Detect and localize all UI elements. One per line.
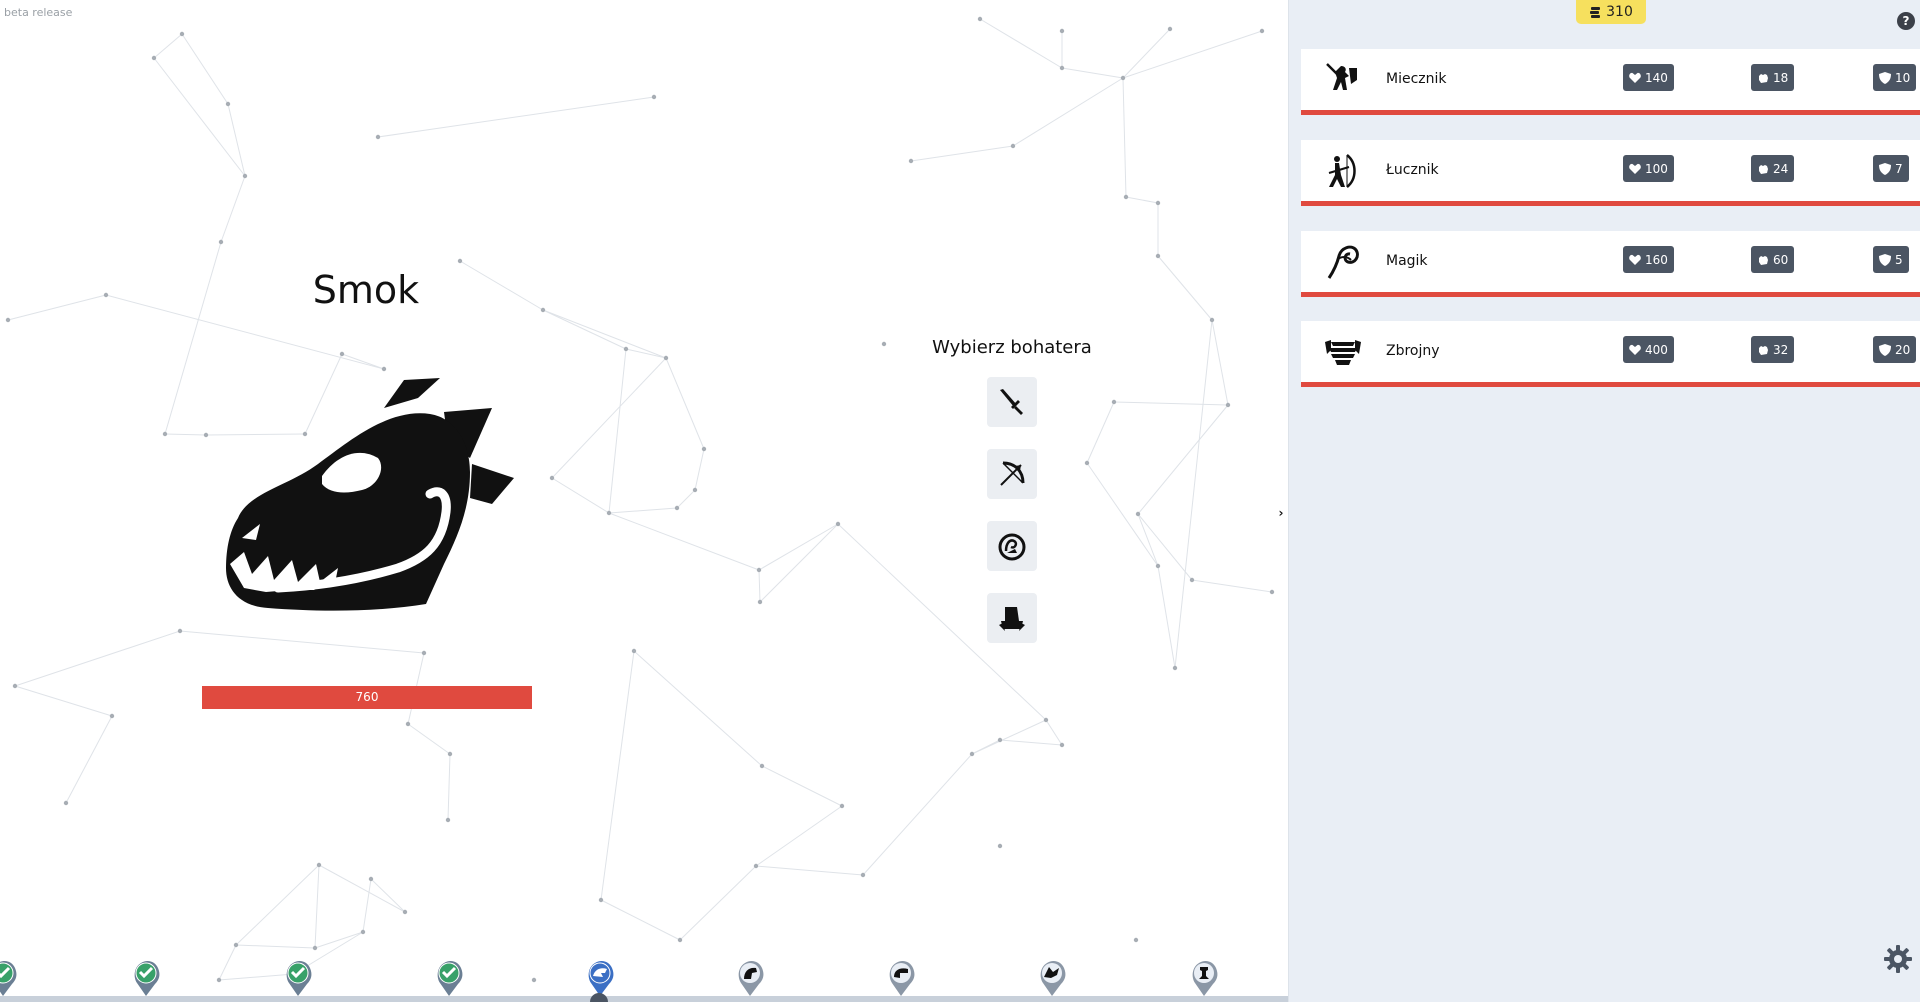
hero-defense-badge: 7 [1873, 155, 1909, 182]
settings-gear-icon[interactable] [1883, 944, 1913, 974]
magic-swirl-icon [998, 533, 1026, 561]
hero-defense-value: 10 [1895, 70, 1911, 85]
select-mage-button[interactable] [987, 521, 1037, 571]
hero-hp-value: 160 [1645, 252, 1668, 267]
hero-name: Magik [1386, 253, 1428, 269]
hero-defense-value: 7 [1895, 161, 1903, 176]
heart-icon [1629, 163, 1641, 174]
level-track [0, 992, 1288, 1002]
archer-icon [1328, 154, 1356, 188]
hero-name: Zbrojny [1386, 343, 1440, 359]
bow-icon [1000, 461, 1025, 486]
hero-hp-badge: 140 [1623, 64, 1674, 91]
hero-hp-badge: 160 [1623, 246, 1674, 273]
hero-attack-value: 24 [1773, 161, 1789, 176]
hero-defense-badge: 5 [1873, 246, 1909, 273]
fist-icon [1759, 73, 1768, 83]
hero-hp-value: 140 [1645, 70, 1668, 85]
heart-icon [1629, 72, 1641, 83]
shield-icon [1879, 343, 1891, 356]
gold-counter: 310 [1576, 0, 1646, 24]
hero-attack-badge: 18 [1751, 64, 1795, 91]
hero-card[interactable]: Miecznik 140 18 10 [1301, 49, 1920, 115]
hero-attack-value: 18 [1773, 70, 1789, 85]
gold-value: 310 [1606, 4, 1633, 20]
panel-toggle-arrow[interactable]: › [1275, 504, 1287, 522]
hero-hp-value: 400 [1645, 342, 1668, 357]
hero-panel: 310 ? Miecznik 140 18 10 Łucznik 100 24 7 Magik 1… [1288, 0, 1920, 1002]
help-button[interactable]: ? [1897, 12, 1915, 30]
hero-hp-value: 100 [1645, 161, 1668, 176]
hero-defense-value: 5 [1895, 252, 1903, 267]
hero-name: Miecznik [1386, 71, 1447, 87]
hero-attack-value: 32 [1773, 342, 1789, 357]
armor-icon [999, 607, 1025, 631]
sword-icon [1000, 389, 1023, 415]
hero-name: Łucznik [1386, 162, 1439, 178]
hero-attack-value: 60 [1773, 252, 1789, 267]
hero-card[interactable]: Magik 160 60 5 [1301, 231, 1920, 297]
level-track-current-marker [590, 993, 608, 1002]
swordsman-icon [1326, 63, 1357, 90]
fist-icon [1759, 255, 1768, 265]
fist-icon [1759, 164, 1768, 174]
hero-defense-badge: 20 [1873, 336, 1917, 363]
shield-icon [1879, 253, 1891, 266]
select-armored-button[interactable] [987, 593, 1037, 643]
hero-attack-badge: 24 [1751, 155, 1795, 182]
release-label: beta release [4, 6, 73, 19]
shield-icon [1879, 71, 1891, 84]
level-track-line [0, 996, 1288, 1002]
wizard-icon [1327, 245, 1359, 279]
hero-hp-badge: 400 [1623, 336, 1674, 363]
enemy-name: Smok [312, 268, 420, 312]
heart-icon [1629, 254, 1641, 265]
game-area: beta release Smok 760 Wybierz bohatera › [0, 0, 1288, 1002]
hero-card[interactable]: Zbrojny 400 32 20 [1301, 321, 1920, 387]
heart-icon [1629, 344, 1641, 355]
background-network [5, 16, 1275, 983]
hero-defense-badge: 10 [1873, 64, 1917, 91]
hero-attack-badge: 60 [1751, 246, 1795, 273]
hero-hp-badge: 100 [1623, 155, 1674, 182]
dragon-skull-icon [226, 378, 514, 611]
armored-icon [1325, 340, 1361, 365]
shield-icon [1879, 162, 1891, 175]
coins-icon [1590, 6, 1601, 18]
hero-card[interactable]: Łucznik 100 24 7 [1301, 140, 1920, 206]
select-swordsman-button[interactable] [987, 377, 1037, 427]
enemy-health-bar: 760 [202, 686, 532, 709]
select-archer-button[interactable] [987, 449, 1037, 499]
hero-defense-value: 20 [1895, 342, 1911, 357]
hero-attack-badge: 32 [1751, 336, 1795, 363]
choose-hero-title: Wybierz bohatera [932, 337, 1092, 358]
fist-icon [1759, 345, 1768, 355]
